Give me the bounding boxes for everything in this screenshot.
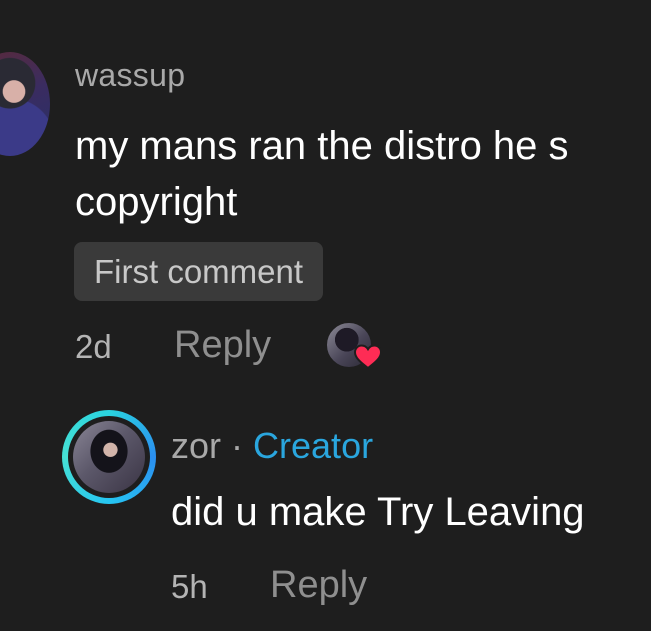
comment-text-line-1: my mans ran the distro he s bbox=[75, 124, 569, 168]
reply-avatar[interactable] bbox=[62, 410, 156, 504]
heart-icon bbox=[354, 344, 382, 370]
comment-reply-button[interactable]: Reply bbox=[174, 324, 271, 367]
comment-text: my mans ran the distro he s copyright bbox=[75, 118, 651, 230]
comment-username[interactable]: wassup bbox=[75, 57, 185, 94]
comment-text-line-2: copyright bbox=[75, 180, 238, 224]
reply-text: did u make Try Leaving bbox=[171, 490, 585, 534]
reply-reply-button[interactable]: Reply bbox=[270, 564, 367, 607]
commenter-avatar[interactable] bbox=[0, 52, 50, 156]
comment-thread: wassup my mans ran the distro he s copyr… bbox=[0, 0, 651, 631]
reply-header: zor · Creator bbox=[171, 425, 373, 467]
reply-username[interactable]: zor bbox=[171, 425, 221, 466]
reply-meta-row: 5h Reply bbox=[0, 560, 651, 612]
comment-timestamp: 2d bbox=[75, 328, 112, 365]
reply-separator: · bbox=[231, 425, 254, 466]
comment-meta-row: 2d Reply bbox=[0, 320, 651, 372]
first-comment-badge: First comment bbox=[74, 242, 324, 301]
reply-avatar-image bbox=[73, 421, 145, 493]
creator-label: Creator bbox=[253, 425, 374, 466]
reply-timestamp: 5h bbox=[171, 568, 208, 605]
